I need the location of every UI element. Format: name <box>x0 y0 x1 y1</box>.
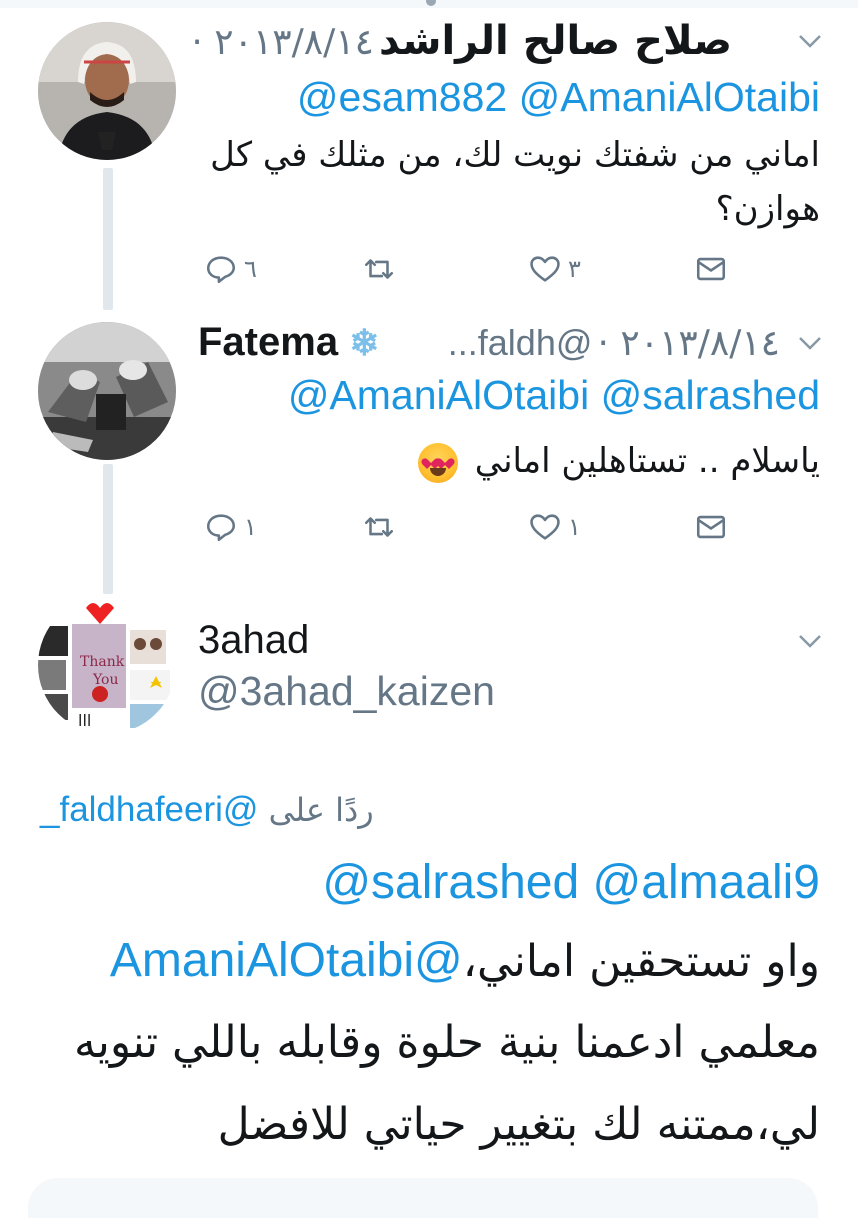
tweet-header: صلاح صالح الراشد ٢٠١٣/٨/١٤ · <box>191 18 732 64</box>
tweet-body-text: ياسلام .. تستاهلين اماني <box>474 441 820 481</box>
tweet-body-text: واو تستحقين اماني، <box>462 936 820 987</box>
reply-button[interactable]: ٦ <box>204 252 257 286</box>
tweet-body-line: واو تستحقين اماني،@AmaniAlOtaibi <box>110 920 820 1003</box>
top-bar-fragment <box>0 0 858 8</box>
reply-count: ١ <box>244 513 257 541</box>
like-button[interactable]: ١ <box>528 510 581 544</box>
snowflake-icon: ❄ <box>349 322 380 363</box>
like-count: ١ <box>568 513 581 541</box>
thread-line <box>103 168 113 310</box>
retweet-icon <box>364 259 394 279</box>
avatar[interactable]: Thank You ااا <box>38 596 176 734</box>
retweet-button[interactable] <box>362 252 402 286</box>
avatar[interactable] <box>38 322 176 460</box>
avatar[interactable] <box>38 22 176 160</box>
svg-text:You: You <box>92 672 118 688</box>
chevron-down-icon[interactable] <box>795 26 825 56</box>
retweet-button[interactable] <box>362 510 402 544</box>
thread-line <box>103 464 113 594</box>
reply-icon <box>206 256 236 284</box>
tweet-body: ياسلام .. تستاهلين اماني <box>417 434 820 488</box>
tweet-header-meta: ٢٠١٣/٨/١٤ · @faldh... <box>448 322 780 364</box>
replying-to-handle[interactable]: @faldhafeeri_ <box>40 790 258 829</box>
replying-to-label: ردًا على <box>268 791 374 829</box>
reply-composer-bar[interactable] <box>28 1178 818 1218</box>
svg-text:ااا: ااا <box>78 711 91 730</box>
reply-icon <box>206 514 236 542</box>
retweet-icon <box>364 517 394 537</box>
message-button[interactable] <box>694 510 728 544</box>
heart-eyes-emoji-icon <box>417 442 458 483</box>
tweet-body-line: هوازن؟ <box>715 189 820 229</box>
reply-button[interactable]: ١ <box>204 510 257 544</box>
timestamp[interactable]: ٢٠١٣/٨/١٤ · <box>191 22 374 63</box>
svg-text:Thank: Thank <box>80 654 125 670</box>
like-button[interactable]: ٣ <box>528 252 581 286</box>
timestamp[interactable]: ٢٠١٣/٨/١٤ · <box>598 323 781 364</box>
display-name[interactable]: صلاح صالح الراشد <box>379 18 732 64</box>
tweet-body-line: اماني من شفتك نويت لك، من مثلك في كل <box>210 135 820 175</box>
envelope-icon <box>696 257 726 281</box>
heart-icon <box>530 514 560 540</box>
reply-count: ٦ <box>244 255 257 283</box>
mentions[interactable]: @salrashed @almaali9 <box>322 855 820 910</box>
tweet-body-line: لي،ممتنه لك بتغيير حياتي للافضل <box>217 1099 820 1150</box>
like-count: ٣ <box>568 255 581 283</box>
display-name-row: Fatema ❄ <box>198 320 379 365</box>
display-name[interactable]: 3ahad <box>198 618 309 663</box>
mentions[interactable]: @AmaniAlOtaibi @salrashed <box>288 372 820 419</box>
message-button[interactable] <box>694 252 728 286</box>
display-name[interactable]: Fatema <box>198 320 338 364</box>
page-indicator-dot <box>426 0 436 6</box>
envelope-icon <box>696 515 726 539</box>
mentions[interactable]: @esam882 @AmaniAlOtaibi <box>297 74 820 121</box>
replying-to: ردًا على @faldhafeeri_ <box>40 790 374 830</box>
chevron-down-icon[interactable] <box>795 328 825 358</box>
handle[interactable]: @faldh... <box>448 322 593 363</box>
heart-icon <box>530 256 560 282</box>
tweet-body-line: معلمي ادعمنا بنية حلوة وقابله باللي تنوي… <box>73 1017 820 1068</box>
chevron-down-icon[interactable] <box>795 626 825 656</box>
mention-link[interactable]: @AmaniAlOtaibi <box>110 934 463 987</box>
handle[interactable]: @3ahad_kaizen <box>198 668 495 715</box>
